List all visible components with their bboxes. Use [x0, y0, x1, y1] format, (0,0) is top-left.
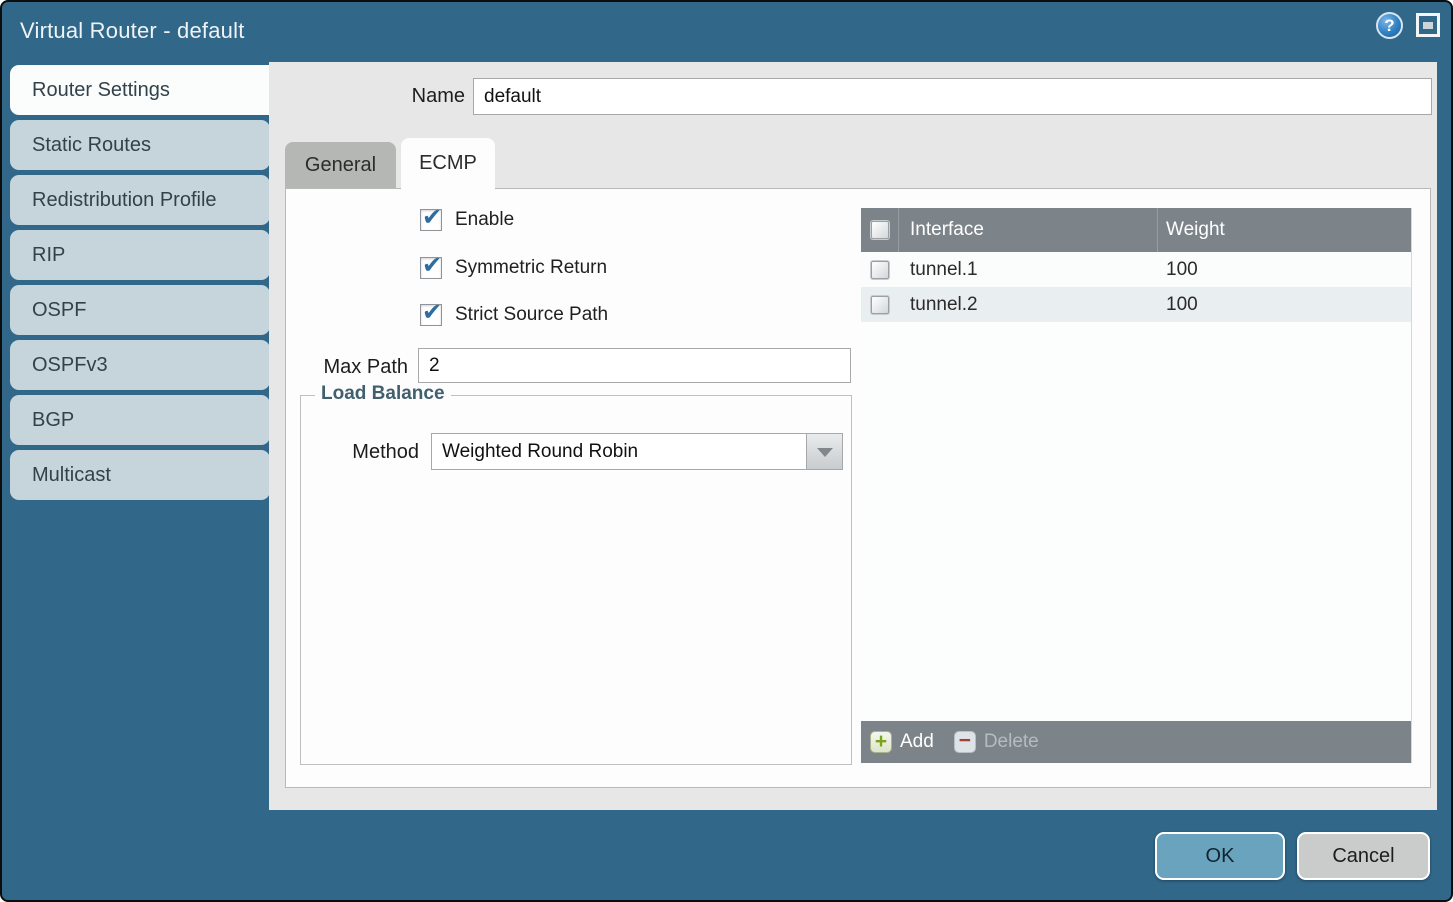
name-input[interactable]: default — [473, 78, 1432, 115]
symmetric-return-checkbox[interactable]: ✔ — [420, 257, 442, 279]
sidebar-item-multicast[interactable]: Multicast — [10, 450, 270, 500]
method-label: Method — [301, 441, 419, 464]
method-dropdown[interactable]: Weighted Round Robin — [431, 433, 843, 470]
table-header: Interface Weight — [861, 208, 1411, 252]
load-balance-legend: Load Balance — [315, 383, 451, 405]
table-footer: + Add − Delete — [861, 721, 1411, 763]
cancel-button[interactable]: Cancel — [1297, 832, 1430, 880]
delete-button[interactable]: − Delete — [954, 731, 1039, 753]
delete-button-label: Delete — [984, 731, 1039, 753]
sidebar-item-rip[interactable]: RIP — [10, 230, 270, 280]
column-header-interface: Interface — [899, 208, 1158, 252]
sidebar-item-ospf[interactable]: OSPF — [10, 285, 270, 335]
dropdown-arrow-button[interactable] — [806, 434, 842, 469]
interface-cell: tunnel.2 — [899, 287, 1158, 322]
minus-icon: − — [954, 731, 976, 753]
table-row[interactable]: tunnel.2 100 — [861, 287, 1411, 322]
name-input-value: default — [484, 86, 541, 108]
checkmark-icon: ✔ — [422, 251, 442, 280]
strict-source-path-checkbox[interactable]: ✔ — [420, 304, 442, 326]
tab-ecmp[interactable]: ECMP — [401, 138, 495, 189]
weight-cell: 100 — [1158, 252, 1411, 287]
interface-cell: tunnel.1 — [899, 252, 1158, 287]
sidebar: Router Settings Static Routes Redistribu… — [10, 65, 270, 505]
symmetric-return-label: Symmetric Return — [455, 257, 607, 279]
ecmp-interface-table: Interface Weight tunnel.1 100 tunnel.2 1… — [861, 208, 1412, 763]
checkmark-icon: ✔ — [422, 298, 442, 327]
row-checkbox-cell — [861, 252, 899, 287]
plus-icon: + — [870, 731, 892, 753]
column-header-weight: Weight — [1158, 208, 1411, 252]
select-all-checkbox[interactable] — [871, 221, 889, 239]
chevron-down-icon — [817, 448, 833, 457]
popout-window-icon[interactable] — [1416, 13, 1440, 37]
load-balance-group: Load Balance Method Weighted Round Robin — [300, 395, 852, 765]
sidebar-item-static-routes[interactable]: Static Routes — [10, 120, 270, 170]
help-icon[interactable]: ? — [1376, 12, 1403, 39]
max-path-value: 2 — [429, 355, 440, 377]
enable-checkbox[interactable]: ✔ — [420, 209, 442, 231]
virtual-router-dialog: Virtual Router - default ? Router Settin… — [0, 0, 1453, 902]
dialog-titlebar: Virtual Router - default ? — [2, 2, 1451, 62]
name-label: Name — [269, 85, 465, 108]
content-area: Name default General ECMP ✔ Enable ✔ Sym… — [269, 62, 1437, 810]
enable-label: Enable — [455, 209, 514, 231]
dialog-title: Virtual Router - default — [20, 2, 245, 60]
sidebar-item-bgp[interactable]: BGP — [10, 395, 270, 445]
table-row[interactable]: tunnel.1 100 — [861, 252, 1411, 287]
checkmark-icon: ✔ — [422, 203, 442, 232]
strict-source-path-label: Strict Source Path — [455, 304, 608, 326]
sidebar-item-redistribution-profile[interactable]: Redistribution Profile — [10, 175, 270, 225]
sidebar-item-ospfv3[interactable]: OSPFv3 — [10, 340, 270, 390]
weight-cell: 100 — [1158, 287, 1411, 322]
table-empty-area — [861, 322, 1411, 721]
help-glyph: ? — [1384, 16, 1394, 35]
max-path-label: Max Path — [286, 356, 408, 379]
row-checkbox[interactable] — [871, 296, 889, 314]
tab-general[interactable]: General — [285, 142, 396, 188]
row-checkbox[interactable] — [871, 261, 889, 279]
add-button-label: Add — [900, 731, 934, 753]
popout-window-icon-inner — [1423, 22, 1433, 29]
max-path-input[interactable]: 2 — [418, 348, 851, 383]
symmetric-return-row: ✔ Symmetric Return — [420, 257, 607, 279]
ecmp-tab-panel: ✔ Enable ✔ Symmetric Return ✔ Strict Sou… — [285, 188, 1431, 788]
ok-button[interactable]: OK — [1155, 832, 1285, 880]
enable-row: ✔ Enable — [420, 209, 514, 231]
method-dropdown-value: Weighted Round Robin — [442, 434, 638, 469]
row-checkbox-cell — [861, 287, 899, 322]
sidebar-item-router-settings[interactable]: Router Settings — [10, 65, 272, 115]
table-header-checkbox-cell — [861, 208, 899, 252]
strict-source-path-row: ✔ Strict Source Path — [420, 304, 608, 326]
add-button[interactable]: + Add — [870, 731, 934, 753]
